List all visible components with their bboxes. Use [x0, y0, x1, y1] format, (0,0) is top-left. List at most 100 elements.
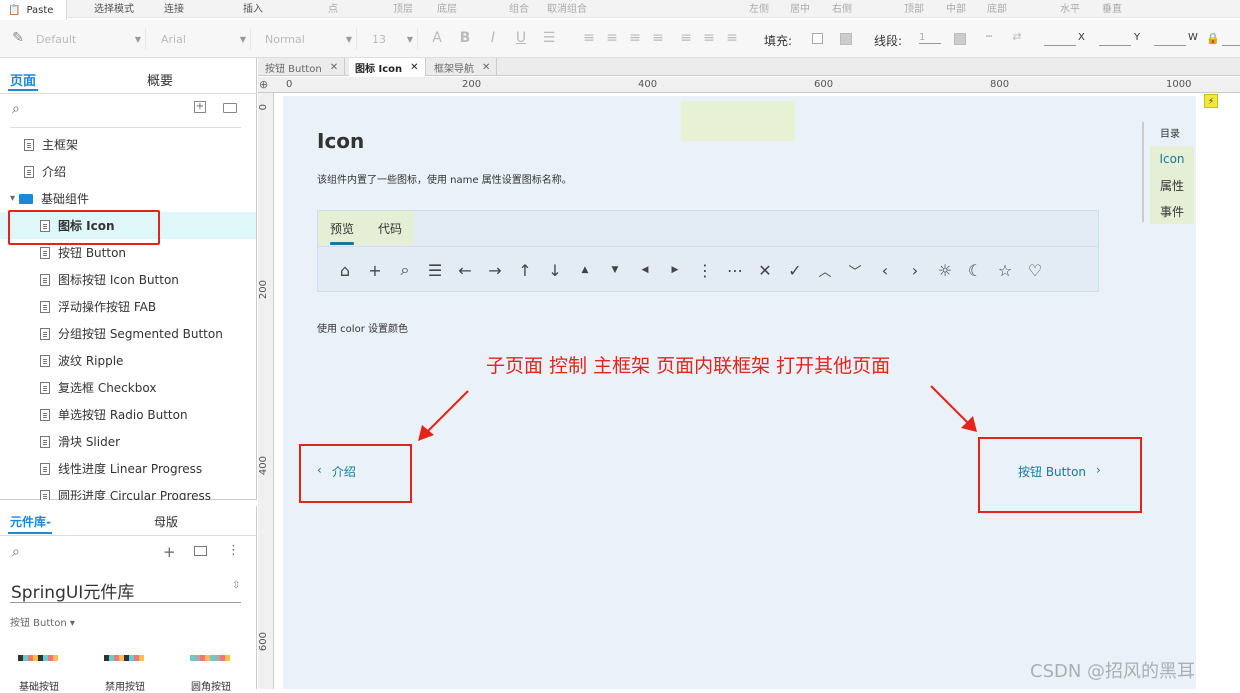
- library-select[interactable]: SpringUI元件库: [11, 578, 134, 603]
- y-input[interactable]: [1099, 32, 1131, 46]
- lock-icon[interactable]: 🔒: [1206, 32, 1220, 45]
- more-vertical-icon[interactable]: ⋮: [227, 543, 240, 558]
- clipboard-icon: 📋: [8, 4, 21, 16]
- justify-text-icon[interactable]: ≡: [649, 30, 667, 46]
- tree-item[interactable]: 浮动操作按钮 FAB: [0, 293, 256, 320]
- toc-item-events[interactable]: 事件: [1150, 198, 1194, 224]
- triangle-up-icon: ▲: [581, 265, 589, 275]
- distribute-h-button[interactable]: 水平: [1060, 0, 1080, 15]
- align-middle-button[interactable]: 中部: [946, 0, 966, 15]
- valign-middle-icon[interactable]: ≡: [700, 30, 718, 46]
- widget-thumb-rounded[interactable]: [190, 655, 230, 661]
- w-input[interactable]: [1154, 32, 1186, 46]
- tab-icon-page[interactable]: 图标 Icon ✕: [349, 58, 426, 76]
- font-color-icon[interactable]: A: [428, 30, 446, 46]
- send-back-button[interactable]: 底层: [437, 0, 457, 15]
- close-icon[interactable]: ✕: [330, 62, 338, 73]
- tree-item[interactable]: 波纹 Ripple: [0, 347, 256, 374]
- tab-button-page[interactable]: 按钮 Button ✕: [259, 58, 346, 76]
- tree-item[interactable]: 主框架: [0, 131, 256, 158]
- tab-outline[interactable]: 概要: [147, 70, 173, 89]
- tree-item[interactable]: 单选按钮 Radio Button: [0, 401, 256, 428]
- distribute-v-button[interactable]: 垂直: [1102, 0, 1122, 15]
- tree-item[interactable]: 复选框 Checkbox: [0, 374, 256, 401]
- library-copy-icon[interactable]: [194, 546, 207, 556]
- select-underline: [10, 602, 241, 603]
- tab-preview[interactable]: 预览: [330, 220, 354, 237]
- font-weight-select[interactable]: Normal ▼: [261, 28, 357, 50]
- chevron-updown-icon[interactable]: ⇳: [232, 580, 240, 591]
- chevron-down-icon: ▼: [239, 34, 246, 44]
- line-width-input[interactable]: 1: [919, 32, 941, 44]
- triangle-left-icon: ◀: [641, 265, 649, 275]
- align-center-button[interactable]: 居中: [790, 0, 810, 15]
- chevron-down-icon[interactable]: ▾: [10, 193, 15, 204]
- tree-item[interactable]: 介绍: [0, 158, 256, 185]
- library-section-label[interactable]: 按钮 Button ▾: [10, 614, 75, 629]
- line-color-swatch[interactable]: [954, 33, 966, 45]
- list-icon[interactable]: ☰: [540, 30, 558, 46]
- group-button[interactable]: 组合: [509, 0, 529, 15]
- tree-item[interactable]: 滑块 Slider: [0, 428, 256, 455]
- underline-icon[interactable]: U: [512, 30, 530, 46]
- tree-item-label: 分组按钮 Segmented Button: [58, 327, 223, 341]
- widget-thumb-basic[interactable]: [18, 655, 58, 661]
- fill-label: 填充:: [764, 34, 793, 48]
- toc-rail: [1142, 122, 1146, 222]
- widget-thumb-disabled[interactable]: [104, 655, 144, 661]
- paste-button[interactable]: 📋 Paste: [0, 0, 67, 20]
- tree-item[interactable]: 分组按钮 Segmented Button: [0, 320, 256, 347]
- widget-label: 禁用按钮: [105, 682, 145, 693]
- tree-item[interactable]: ▾ 基础组件: [0, 185, 256, 212]
- tree-item[interactable]: 线性进度 Linear Progress: [0, 455, 256, 482]
- search-icon[interactable]: ⌕: [12, 101, 20, 117]
- align-left-text-icon[interactable]: ≡: [580, 30, 598, 46]
- toc-item-props[interactable]: 属性: [1150, 172, 1194, 198]
- close-icon[interactable]: ✕: [410, 62, 418, 73]
- arrow-style-icon[interactable]: ⇄: [1008, 30, 1026, 43]
- font-size-select[interactable]: 13 ▼: [368, 28, 418, 50]
- valign-top-icon[interactable]: ≡: [677, 30, 695, 46]
- style-select[interactable]: Default ▼: [32, 28, 146, 50]
- italic-icon[interactable]: I: [484, 30, 502, 46]
- align-right-button[interactable]: 右侧: [832, 0, 852, 15]
- page-icon: [24, 138, 34, 151]
- tab-frame-nav[interactable]: 框架导航 ✕: [428, 58, 498, 76]
- align-top-button[interactable]: 顶部: [904, 0, 924, 15]
- point-button[interactable]: 点: [328, 0, 338, 15]
- ruler-label: 0: [286, 79, 293, 90]
- add-icon[interactable]: +: [163, 543, 176, 561]
- fill-color-swatch[interactable]: [812, 33, 823, 44]
- align-right-text-icon[interactable]: ≡: [626, 30, 644, 46]
- tree-item[interactable]: 图标按钮 Icon Button: [0, 266, 256, 293]
- insert-button[interactable]: 插入: [243, 0, 263, 15]
- tab-library[interactable]: 元件库-: [10, 513, 51, 530]
- folder-icon[interactable]: [223, 103, 237, 113]
- font-select[interactable]: Arial ▼: [157, 28, 251, 50]
- x-input[interactable]: [1044, 32, 1076, 46]
- valign-bottom-icon[interactable]: ≡: [723, 30, 741, 46]
- ruler-label: 600: [814, 79, 834, 90]
- align-bottom-button[interactable]: 底部: [987, 0, 1007, 15]
- bring-front-button[interactable]: 顶层: [393, 0, 413, 15]
- select-mode-button[interactable]: 选择模式: [94, 0, 134, 15]
- lightning-icon[interactable]: ⚡: [1204, 94, 1218, 108]
- fill-type-icon[interactable]: [840, 33, 852, 45]
- connect-button[interactable]: 连接: [164, 0, 184, 15]
- page-icon: [40, 354, 50, 367]
- ungroup-button[interactable]: 取消组合: [547, 0, 587, 15]
- hotspot-placeholder[interactable]: [681, 101, 795, 141]
- bold-icon[interactable]: B: [456, 30, 474, 46]
- search-icon[interactable]: ⌕: [12, 544, 20, 560]
- align-center-text-icon[interactable]: ≡: [603, 30, 621, 46]
- h-input[interactable]: [1222, 32, 1240, 46]
- close-icon[interactable]: ✕: [482, 62, 490, 73]
- toc-item-icon[interactable]: Icon: [1150, 146, 1194, 172]
- page-title: Icon: [317, 129, 365, 153]
- tab-masters[interactable]: 母版: [154, 513, 178, 530]
- align-left-button[interactable]: 左侧: [749, 0, 769, 15]
- line-style-icon[interactable]: ┅: [980, 30, 998, 43]
- tab-code[interactable]: 代码: [378, 220, 402, 237]
- add-page-icon[interactable]: +: [194, 101, 206, 113]
- tab-pages[interactable]: 页面: [10, 70, 36, 89]
